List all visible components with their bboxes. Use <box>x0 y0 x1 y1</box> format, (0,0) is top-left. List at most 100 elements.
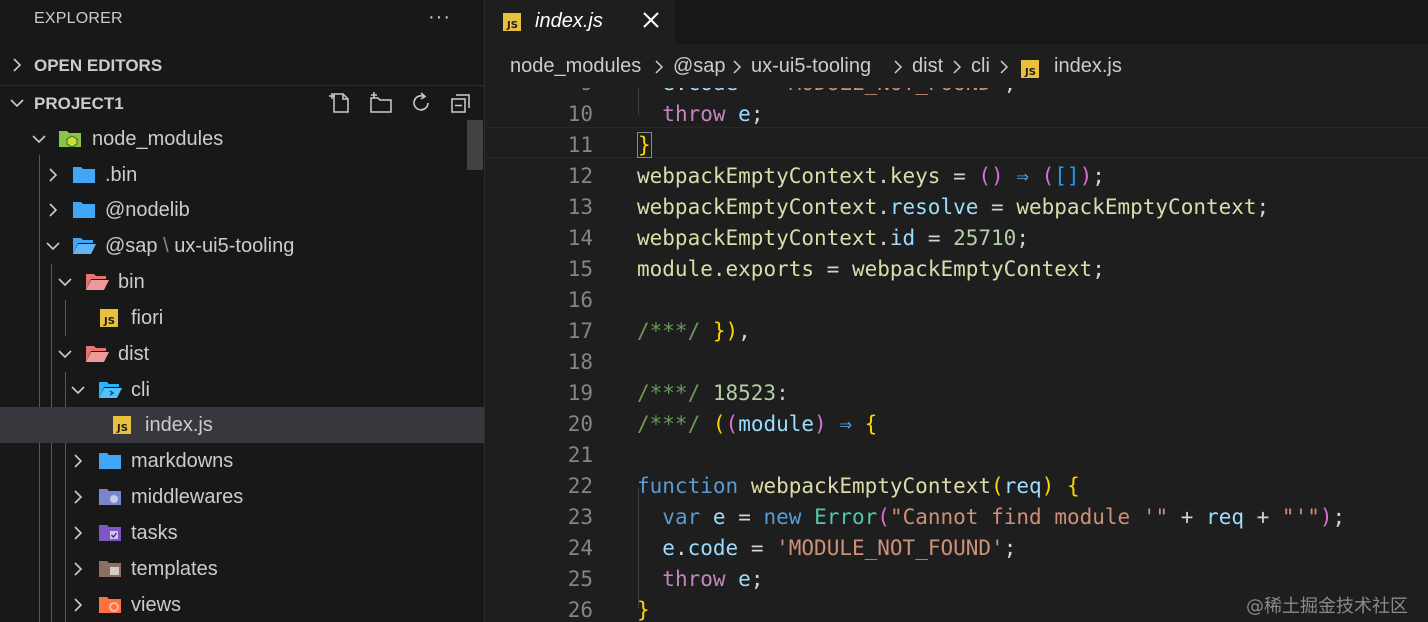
tree-item-bin-hidden[interactable]: .bin <box>0 157 470 193</box>
code-token: = <box>738 536 777 560</box>
code-token: ( <box>1041 164 1055 188</box>
code-token: ⇒ <box>1003 164 1042 188</box>
code-token: ) <box>814 412 827 436</box>
code-token: ) <box>1041 474 1055 498</box>
code-token: "Cannot find module '" <box>889 505 1169 529</box>
line-number: 25 <box>567 567 593 591</box>
chevron-down-icon <box>10 99 24 108</box>
line-number: 23 <box>567 505 593 529</box>
close-icon[interactable] <box>639 8 663 32</box>
code-line[interactable]: 10 throw e; <box>485 99 1428 130</box>
folder-dist-icon <box>86 346 109 362</box>
tab-index-js[interactable]: JS index.js <box>485 0 675 44</box>
code-token: 25710 <box>953 226 1017 250</box>
tree-item-views[interactable]: views <box>0 587 470 622</box>
code-text: e.code = 'MODULE_NOT_FOUND'; <box>637 536 1016 560</box>
new-file-icon[interactable] <box>328 90 354 116</box>
breadcrumb-item[interactable]: @sap <box>673 55 726 78</box>
code-line[interactable]: 16 <box>485 285 1428 316</box>
collapse-all-icon[interactable] <box>448 90 474 116</box>
tree-item-index-js[interactable]: JS index.js <box>0 407 484 443</box>
tree-item-node-modules[interactable]: node_modules <box>0 121 470 157</box>
code-token: = <box>978 195 1017 219</box>
folder-views-icon <box>99 597 121 613</box>
code-line[interactable]: 18 <box>485 347 1428 378</box>
code-text: module.exports = webpackEmptyContext; <box>637 257 1105 281</box>
code-line[interactable]: 22 function webpackEmptyContext(req) { <box>485 471 1428 502</box>
code-token: req <box>1206 505 1244 529</box>
code-line[interactable]: 20/***/ ((module) ⇒ { <box>485 409 1428 440</box>
code-token: . <box>674 536 688 560</box>
code-token: webpackEmptyContext <box>637 226 878 250</box>
line-number: 13 <box>567 195 593 219</box>
path-separator: \ <box>163 235 169 257</box>
code-line[interactable]: 21 <box>485 440 1428 471</box>
tree-item-middlewares[interactable]: middlewares <box>0 479 470 515</box>
code-editor[interactable]: 9 e.code = 'MODULE_NOT_FOUND';10 throw e… <box>485 88 1428 622</box>
tree-item-fiori[interactable]: JS fiori <box>0 300 470 336</box>
code-token: module <box>637 257 713 281</box>
folder-open-icon <box>73 238 96 254</box>
code-token: . <box>712 257 726 281</box>
tree-item-markdowns[interactable]: markdowns <box>0 443 470 479</box>
code-token: ( <box>991 474 1004 498</box>
code-line[interactable]: 24 e.code = 'MODULE_NOT_FOUND'; <box>485 533 1428 564</box>
code-text: e.code = 'MODULE_NOT_FOUND'; <box>637 88 1016 95</box>
explorer-actions <box>328 90 474 116</box>
folder-bin-icon <box>86 274 109 290</box>
breadcrumb-item[interactable]: cli <box>971 55 990 78</box>
explorer-header: EXPLORER ··· <box>0 0 484 40</box>
more-actions-icon[interactable]: ··· <box>428 6 451 29</box>
sidebar-scrollbar[interactable] <box>467 120 483 170</box>
code-line[interactable]: 19 /***/ 18523: <box>485 378 1428 409</box>
code-line[interactable]: 9 e.code = 'MODULE_NOT_FOUND'; <box>485 88 1428 99</box>
chevron-right-icon <box>74 562 83 576</box>
code-token: e <box>738 102 751 126</box>
code-line[interactable]: 11} <box>485 130 1428 161</box>
code-token: /***/ <box>637 381 701 405</box>
code-line[interactable]: 12 webpackEmptyContext.keys = () ⇒ ([]); <box>485 161 1428 192</box>
folder-cli-icon <box>99 382 122 398</box>
breadcrumb-item[interactable]: node_modules <box>510 55 641 78</box>
breadcrumb-item[interactable]: ux-ui5-tooling <box>751 55 871 78</box>
breadcrumb-item[interactable]: index.js <box>1054 55 1122 78</box>
tree-item-templates[interactable]: templates <box>0 551 470 587</box>
tree-item-dist[interactable]: dist <box>0 336 470 372</box>
code-token: ⇒ <box>826 412 865 436</box>
chevron-right-icon <box>953 60 962 74</box>
new-folder-icon[interactable] <box>368 90 394 116</box>
tree-item-label: .bin <box>105 164 138 186</box>
refresh-icon[interactable] <box>408 90 434 116</box>
code-line[interactable]: 15 module.exports = webpackEmptyContext; <box>485 254 1428 285</box>
code-line[interactable]: 14 webpackEmptyContext.id = 25710; <box>485 223 1428 254</box>
breadcrumb-item[interactable]: dist <box>912 55 943 78</box>
tree-item-cli[interactable]: cli <box>0 372 470 408</box>
code-line[interactable]: 23 var e = new Error("Cannot find module… <box>485 502 1428 533</box>
code-text: webpackEmptyContext.keys = () ⇒ ([]); <box>637 164 1105 188</box>
code-token: ( <box>725 412 739 436</box>
open-editors-section[interactable]: OPEN EDITORS <box>0 48 484 82</box>
tree-item-label: @nodelib <box>105 199 190 221</box>
chevron-right-icon <box>733 60 742 74</box>
code-token: function <box>637 474 739 498</box>
code-token: = <box>738 88 776 95</box>
project-section[interactable]: PROJECT1 <box>0 85 484 120</box>
code-line[interactable]: 25 throw e; <box>485 564 1428 595</box>
code-token: [] <box>1054 164 1080 188</box>
code-token: = <box>940 164 979 188</box>
code-line[interactable]: 13 webpackEmptyContext.resolve = webpackE… <box>485 192 1428 223</box>
tree-item-bin[interactable]: bin <box>0 264 470 300</box>
tree-item-sap-ux-ui5-tooling[interactable]: @sap \ ux-ui5-tooling <box>0 228 470 264</box>
code-token: ; <box>1092 164 1105 188</box>
chevron-right-icon <box>74 526 83 540</box>
tree-item-tasks[interactable]: tasks <box>0 515 470 551</box>
tree-item-nodelib[interactable]: @nodelib <box>0 192 470 228</box>
code-line[interactable]: 17 /***/ }), <box>485 316 1428 347</box>
